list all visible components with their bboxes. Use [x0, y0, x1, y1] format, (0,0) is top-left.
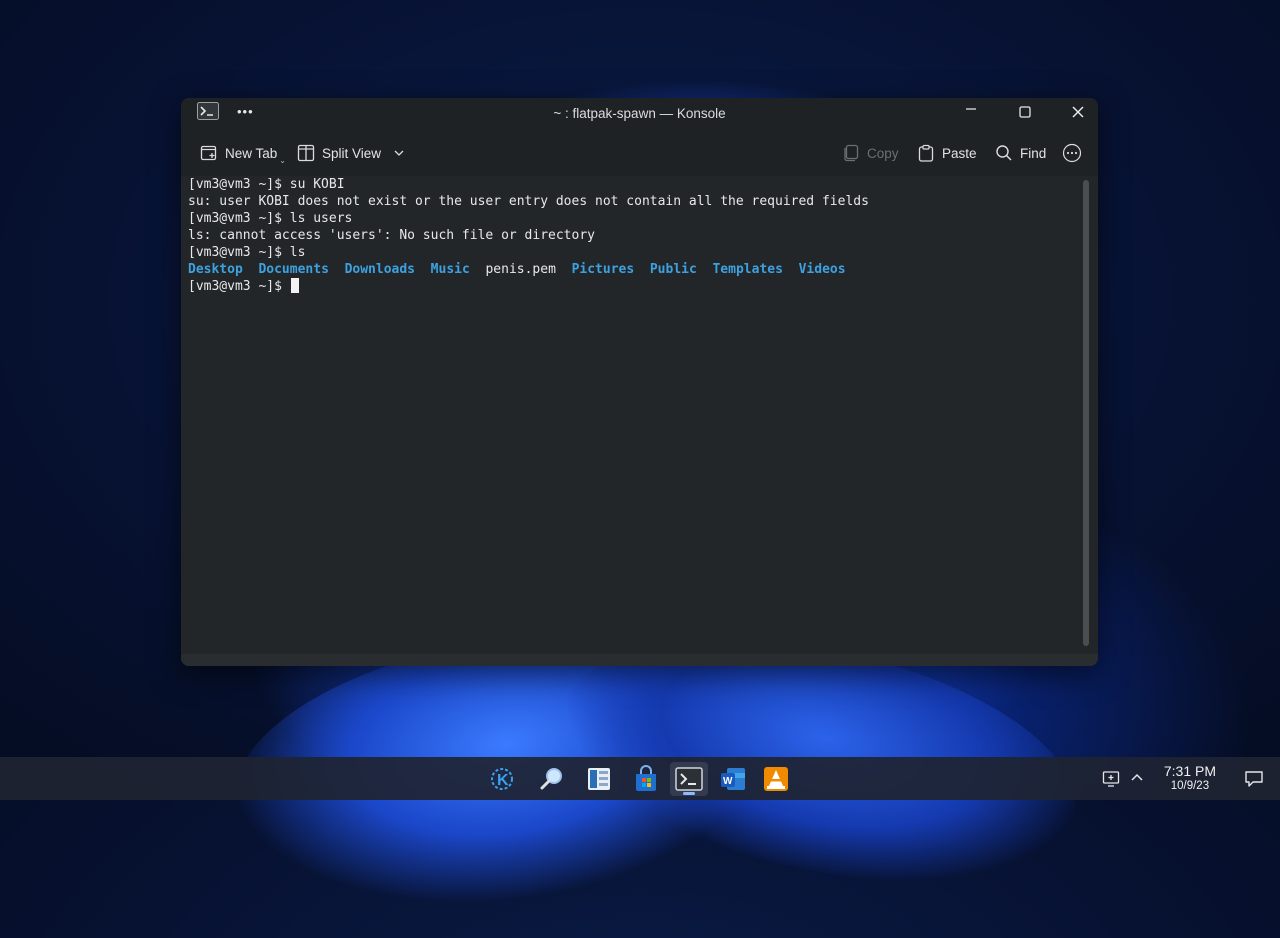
- file-manager-button[interactable]: [580, 762, 618, 796]
- clock-date: 10/9/23: [1170, 780, 1210, 792]
- svg-text:K: K: [497, 772, 509, 789]
- new-tab-dropdown-icon[interactable]: ⌄: [279, 156, 286, 165]
- notifications-icon[interactable]: [1244, 769, 1264, 794]
- store-icon: [636, 765, 656, 791]
- vlc-icon: [764, 767, 788, 791]
- find-label: Find: [1020, 145, 1047, 161]
- paste-button[interactable]: Paste: [917, 130, 977, 176]
- new-tab-label: New Tab: [225, 145, 278, 161]
- tray-expand-icon[interactable]: [1130, 771, 1144, 790]
- terminal-line: [vm3@vm3 ~]$ ls users: [188, 211, 353, 226]
- find-button[interactable]: Find: [995, 130, 1046, 176]
- terminal-line: [vm3@vm3 ~]$ ls: [188, 245, 306, 260]
- ls-entry-dir: Videos: [798, 262, 846, 277]
- scrollbar[interactable]: [1083, 180, 1089, 646]
- system-clock[interactable]: 7:31 PM 10/9/23: [1164, 763, 1216, 793]
- ls-entry-dir: Documents: [258, 262, 329, 277]
- terminal-prompt-line: [vm3@vm3 ~]$: [188, 278, 1098, 295]
- copy-label: Copy: [867, 145, 899, 161]
- window-bottom-border: [181, 654, 1098, 666]
- split-view-button[interactable]: Split View: [297, 130, 406, 176]
- ls-entry-dir: Public: [649, 262, 697, 277]
- prompt: [vm3@vm3 ~]$: [188, 279, 290, 294]
- word-icon: W: [721, 768, 745, 790]
- vlc-button[interactable]: [757, 762, 795, 796]
- text-cursor: [290, 278, 299, 293]
- search-icon: [540, 768, 562, 790]
- copy-icon: [844, 144, 859, 162]
- minimize-button[interactable]: [965, 102, 977, 121]
- copy-button[interactable]: Copy: [842, 130, 899, 176]
- svg-text:W: W: [723, 776, 733, 787]
- ls-entry-dir: Templates: [712, 262, 783, 277]
- terminal-output[interactable]: [vm3@vm3 ~]$ su KOBI su: user KOBI does …: [181, 176, 1098, 654]
- taskbar: K W 7:31 PM 10/9/23: [0, 757, 1280, 800]
- ls-entry-dir: Pictures: [571, 262, 635, 277]
- hamburger-menu-button[interactable]: [1062, 130, 1082, 176]
- close-button[interactable]: [1072, 105, 1084, 123]
- ls-entry-dir: Desktop: [188, 262, 243, 277]
- store-button[interactable]: [627, 762, 665, 796]
- terminal-line: ls: cannot access 'users': No such file …: [188, 228, 595, 243]
- file-manager-icon: [588, 768, 610, 790]
- toolbar: New Tab ⌄ Split View Copy Paste Find: [181, 130, 1098, 176]
- window-title: ~ : flatpak-spawn — Konsole: [553, 106, 726, 121]
- split-view-icon: [297, 144, 315, 162]
- ls-entry-file: penis.pem: [485, 262, 556, 277]
- maximize-button[interactable]: [1019, 105, 1031, 123]
- terminal-line: [vm3@vm3 ~]$ su KOBI: [188, 177, 345, 192]
- ls-entry-dir: Downloads: [344, 262, 416, 277]
- search-button[interactable]: [532, 762, 570, 796]
- paste-icon: [918, 144, 934, 162]
- display-settings-icon[interactable]: [1102, 770, 1120, 793]
- kde-launcher-icon: K: [491, 768, 513, 790]
- terminal-icon: [675, 767, 703, 791]
- ls-listing: Desktop Documents Downloads Music penis.…: [188, 261, 1098, 278]
- word-button[interactable]: W: [714, 762, 752, 796]
- kde-launcher-button[interactable]: K: [483, 762, 521, 796]
- clock-time: 7:31 PM: [1163, 763, 1216, 779]
- more-options-icon: [1062, 143, 1082, 163]
- search-icon: [996, 145, 1012, 161]
- terminal-button[interactable]: [670, 762, 708, 796]
- ls-entry-dir: Music: [430, 262, 470, 277]
- paste-label: Paste: [942, 145, 977, 161]
- split-view-label: Split View: [322, 145, 382, 161]
- new-tab-icon: [200, 145, 217, 161]
- title-bar: ••• ~ : flatpak-spawn — Konsole: [181, 98, 1098, 130]
- chevron-down-icon[interactable]: [392, 146, 406, 160]
- new-tab-button[interactable]: New Tab ⌄: [200, 130, 286, 176]
- konsole-window: ••• ~ : flatpak-spawn — Konsole New Tab …: [181, 98, 1098, 666]
- terminal-line: su: user KOBI does not exist or the user…: [188, 194, 869, 209]
